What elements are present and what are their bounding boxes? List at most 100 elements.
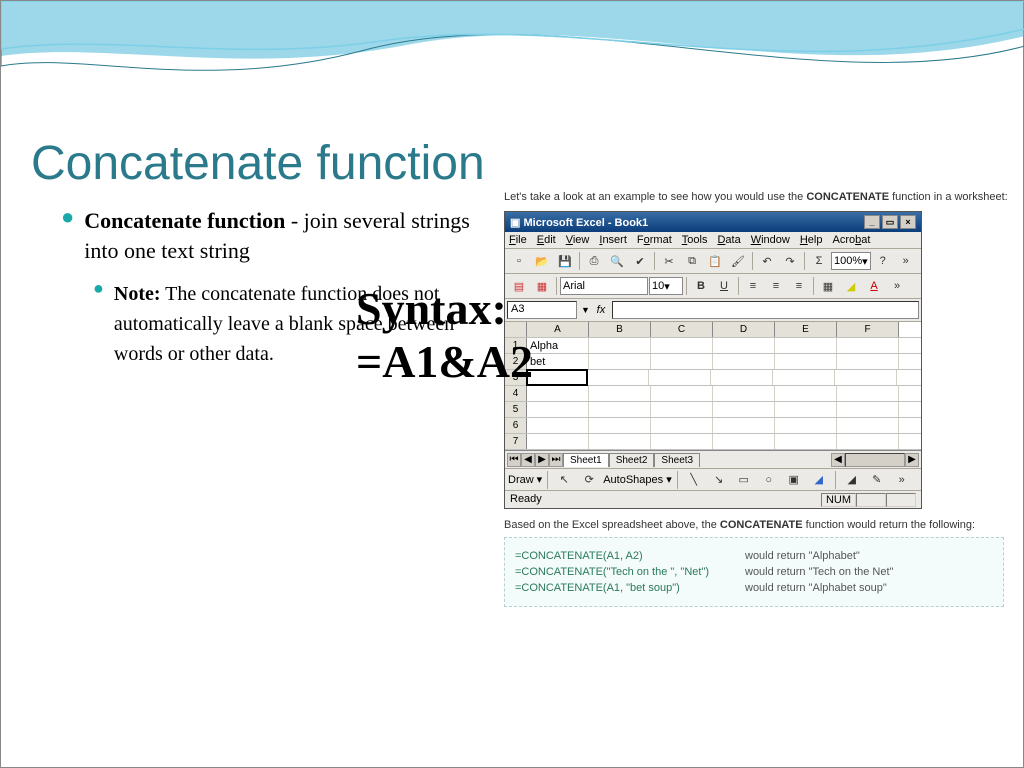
align-right-icon[interactable]: ≡ <box>788 276 810 296</box>
example-intro-text: Let's take a look at an example to see h… <box>504 191 1019 203</box>
standard-toolbar: ▫ 📂 💾 ⎙ 🔍 ✔ ✂ ⧉ 📋 🖌 ↶ ↷ Σ 100% ▾ ? » <box>505 249 921 274</box>
zoom-combo[interactable]: 100% ▾ <box>831 252 871 270</box>
line-icon[interactable]: ╲ <box>683 470 705 490</box>
menu-help[interactable]: Help <box>800 234 823 246</box>
bullet-level-1: ● Concatenate function - join several st… <box>61 206 481 265</box>
restore-button[interactable]: ▭ <box>882 215 898 229</box>
paste-icon[interactable]: 📋 <box>704 251 726 271</box>
draw-menu[interactable]: Draw <box>508 474 534 486</box>
pdf2-icon[interactable]: ▦ <box>531 276 553 296</box>
rect-icon[interactable]: ▭ <box>733 470 755 490</box>
row-header[interactable]: 6 <box>505 418 527 433</box>
fill-color-icon[interactable]: ◢ <box>840 276 862 296</box>
redo-icon[interactable]: ↷ <box>779 251 801 271</box>
excel-app-icon: ▣ <box>510 217 520 229</box>
more2-icon[interactable]: » <box>886 276 908 296</box>
more-icon[interactable]: » <box>895 251 917 271</box>
menu-insert[interactable]: Insert <box>599 234 627 246</box>
print-icon[interactable]: ⎙ <box>583 251 605 271</box>
excel-menubar: File Edit View Insert Format Tools Data … <box>505 232 921 249</box>
textbox-icon[interactable]: ▣ <box>783 470 805 490</box>
font-combo[interactable]: Arial <box>560 277 648 295</box>
example-row: =CONCATENATE(A1, A2)would return "Alphab… <box>515 548 993 564</box>
fontsize-combo[interactable]: 10 ▾ <box>649 277 683 295</box>
last-sheet-icon[interactable]: ⏭ <box>549 453 563 467</box>
sheet-tab-active[interactable]: Sheet1 <box>563 453 609 467</box>
select-icon[interactable]: ↖ <box>553 470 575 490</box>
column-header[interactable]: D <box>713 322 775 337</box>
hscrollbar[interactable] <box>845 453 905 467</box>
sheet-tab[interactable]: Sheet2 <box>609 453 655 467</box>
cut-icon[interactable]: ✂ <box>658 251 680 271</box>
hscroll-left-icon[interactable]: ◀ <box>831 453 845 467</box>
menu-window[interactable]: Window <box>751 234 790 246</box>
menu-data[interactable]: Data <box>717 234 740 246</box>
slide-title: Concatenate function <box>31 136 485 191</box>
preview-icon[interactable]: 🔍 <box>606 251 628 271</box>
column-header[interactable]: A <box>527 322 589 337</box>
autosum-icon[interactable]: Σ <box>808 251 830 271</box>
align-center-icon[interactable]: ≡ <box>765 276 787 296</box>
sheet-tab[interactable]: Sheet3 <box>654 453 700 467</box>
next-sheet-icon[interactable]: ▶ <box>535 453 549 467</box>
column-header[interactable]: F <box>837 322 899 337</box>
column-header[interactable]: E <box>775 322 837 337</box>
hscroll-right-icon[interactable]: ▶ <box>905 453 919 467</box>
excel-titlebar: ▣ Microsoft Excel - Book1 _ ▭ × <box>505 212 921 232</box>
example-results-box: =CONCATENATE(A1, A2)would return "Alphab… <box>504 537 1004 607</box>
wordart-icon[interactable]: ◢ <box>808 470 830 490</box>
save-icon[interactable]: 💾 <box>554 251 576 271</box>
border-icon[interactable]: ▦ <box>817 276 839 296</box>
status-bar: Ready NUM <box>505 490 921 508</box>
format-painter-icon[interactable]: 🖌 <box>727 251 749 271</box>
fillcolor-icon[interactable]: ◢ <box>841 470 863 490</box>
new-icon[interactable]: ▫ <box>508 251 530 271</box>
sheet-tabs: ⏮ ◀ ▶ ⏭ Sheet1 Sheet2 Sheet3 ◀ ▶ <box>505 450 921 468</box>
menu-acrobat[interactable]: Acrobat <box>832 234 870 246</box>
column-header[interactable]: B <box>589 322 651 337</box>
prev-sheet-icon[interactable]: ◀ <box>521 453 535 467</box>
syntax-overlay: Syntax: =A1&A2 <box>356 283 533 389</box>
menu-tools[interactable]: Tools <box>682 234 708 246</box>
font-color-icon[interactable]: A <box>863 276 885 296</box>
row-header[interactable]: 7 <box>505 434 527 449</box>
row-header[interactable]: 5 <box>505 402 527 417</box>
active-cell[interactable] <box>526 369 588 386</box>
formatting-toolbar: ▤ ▦ Arial 10 ▾ B U ≡ ≡ ≡ ▦ ◢ A » <box>505 274 921 299</box>
cell[interactable]: Alpha <box>527 338 589 353</box>
spreadsheet-grid[interactable]: A B C D E F 1Alpha 2bet 3 4 5 6 7 <box>505 322 921 450</box>
help-icon[interactable]: ? <box>872 251 894 271</box>
linecolor-icon[interactable]: ✎ <box>866 470 888 490</box>
first-sheet-icon[interactable]: ⏮ <box>507 453 521 467</box>
autoshapes-menu[interactable]: AutoShapes ▾ <box>603 473 672 486</box>
open-icon[interactable]: 📂 <box>531 251 553 271</box>
status-ready: Ready <box>510 493 542 506</box>
minimize-button[interactable]: _ <box>864 215 880 229</box>
cell[interactable]: bet <box>527 354 589 369</box>
formula-bar-row: A3 ▼ fx <box>505 299 921 322</box>
rotate-icon[interactable]: ⟳ <box>578 470 600 490</box>
formula-bar[interactable] <box>612 301 919 319</box>
bullet-dot-icon: ● <box>61 206 74 265</box>
menu-file[interactable]: File <box>509 234 527 246</box>
fx-icon[interactable]: fx <box>594 304 608 316</box>
decorative-wave <box>1 1 1024 121</box>
oval-icon[interactable]: ○ <box>758 470 780 490</box>
spell-icon[interactable]: ✔ <box>629 251 651 271</box>
status-num: NUM <box>821 493 856 507</box>
bold-icon[interactable]: B <box>690 276 712 296</box>
bullet-dot-icon: ● <box>93 279 104 369</box>
column-header[interactable]: C <box>651 322 713 337</box>
example-row: =CONCATENATE("Tech on the ", "Net")would… <box>515 564 993 580</box>
close-button[interactable]: × <box>900 215 916 229</box>
align-left-icon[interactable]: ≡ <box>742 276 764 296</box>
menu-edit[interactable]: Edit <box>537 234 556 246</box>
menu-format[interactable]: Format <box>637 234 672 246</box>
copy-icon[interactable]: ⧉ <box>681 251 703 271</box>
underline-icon[interactable]: U <box>713 276 735 296</box>
namebox-dropdown-icon[interactable]: ▼ <box>581 305 590 315</box>
undo-icon[interactable]: ↶ <box>756 251 778 271</box>
menu-view[interactable]: View <box>566 234 590 246</box>
more3-icon[interactable]: » <box>891 470 913 490</box>
arrow-icon[interactable]: ↘ <box>708 470 730 490</box>
